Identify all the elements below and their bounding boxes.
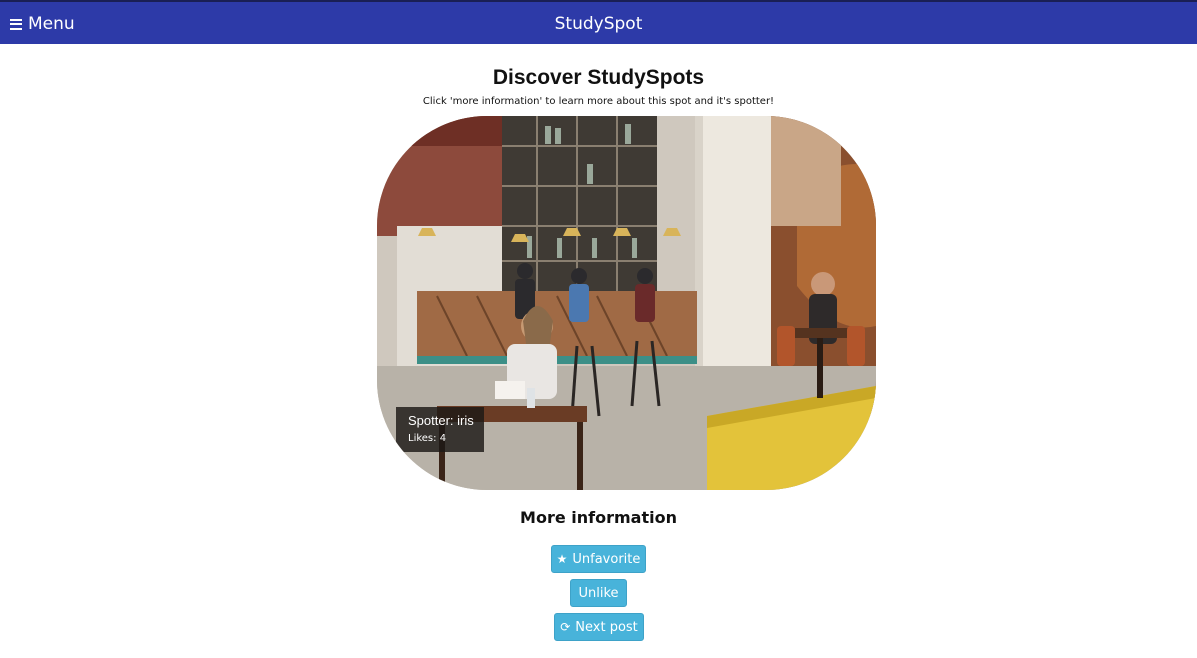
likes-count: Likes: 4 — [408, 433, 447, 444]
brand-title[interactable]: StudySpot — [0, 14, 1197, 34]
page-subtitle: Click 'more information' to learn more a… — [422, 96, 775, 107]
unfavorite-button[interactable]: ★ Unfavorite — [551, 545, 646, 573]
next-post-button[interactable]: ⟳ Next post — [554, 613, 644, 641]
more-information-link[interactable]: More information — [0, 508, 1197, 527]
unlike-button[interactable]: Unlike — [570, 579, 627, 607]
star-icon: ★ — [556, 552, 568, 566]
spot-photo: Spotter: iris Likes: 4 — [377, 116, 876, 490]
page-title: Discover StudySpots — [492, 66, 705, 89]
spotter-info: Spotter: iris Likes: 4 — [396, 407, 484, 452]
unlike-label: Unlike — [578, 585, 619, 601]
spotter-name: Spotter: iris — [408, 413, 474, 428]
unfavorite-label: Unfavorite — [572, 551, 641, 567]
navbar: Menu StudySpot — [0, 0, 1197, 44]
refresh-icon: ⟳ — [560, 620, 571, 634]
next-post-label: Next post — [575, 619, 638, 635]
